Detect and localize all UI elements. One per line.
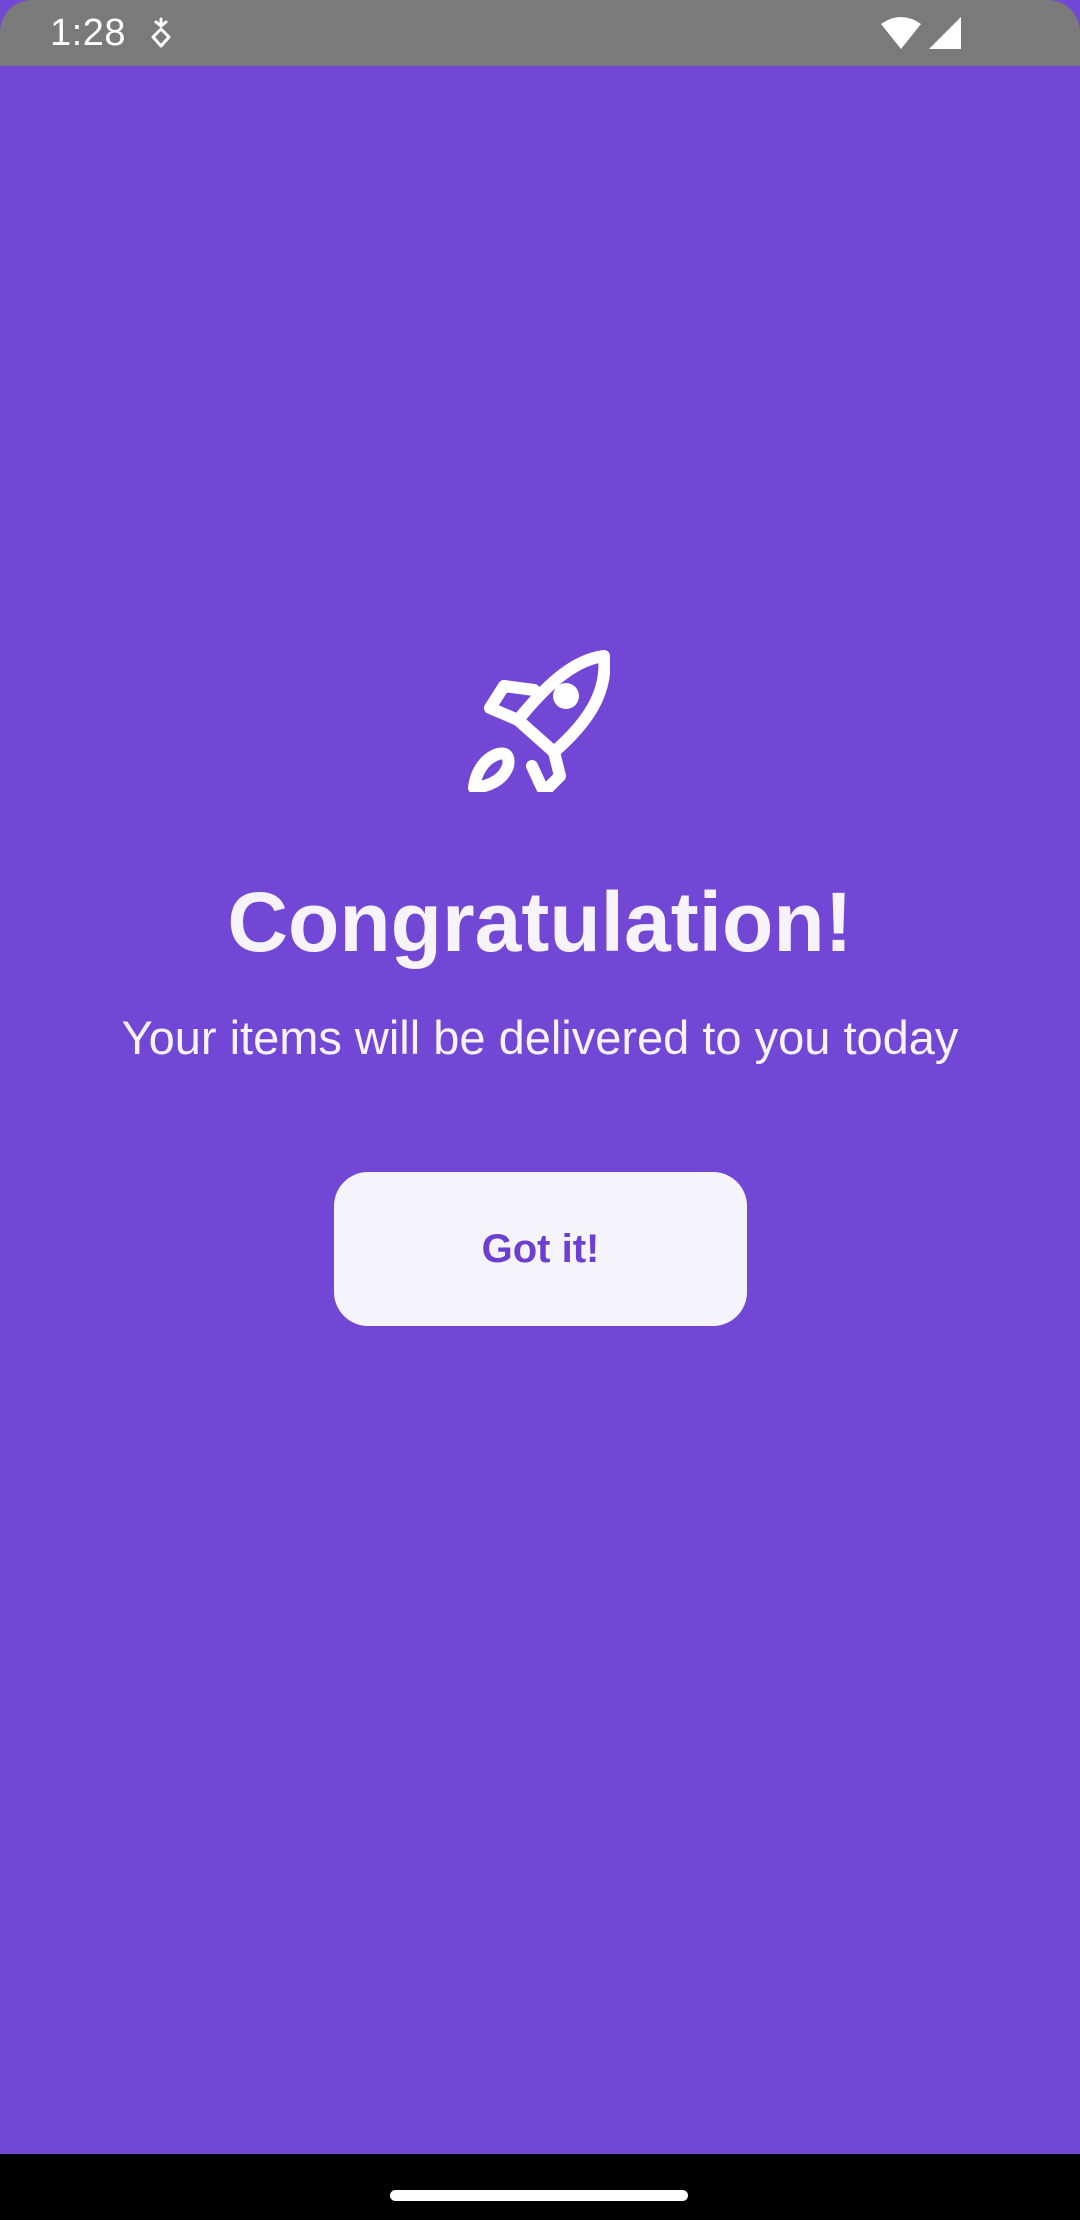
success-screen: Congratulation! Your items will be deliv… [0, 66, 1080, 2154]
status-time: 1:28 [50, 12, 126, 54]
congratulation-title: Congratulation! [227, 875, 853, 969]
debug-icon [151, 17, 171, 48]
got-it-button[interactable]: Got it! [334, 1172, 747, 1326]
rocket-icon [468, 650, 610, 792]
delivery-message: Your items will be delivered to you toda… [121, 1011, 959, 1064]
signal-icon [929, 17, 961, 49]
navigation-bar [0, 2154, 1080, 2220]
status-bar: 1:28 [0, 0, 1080, 66]
wifi-icon [881, 17, 921, 49]
home-indicator[interactable] [390, 2190, 688, 2201]
